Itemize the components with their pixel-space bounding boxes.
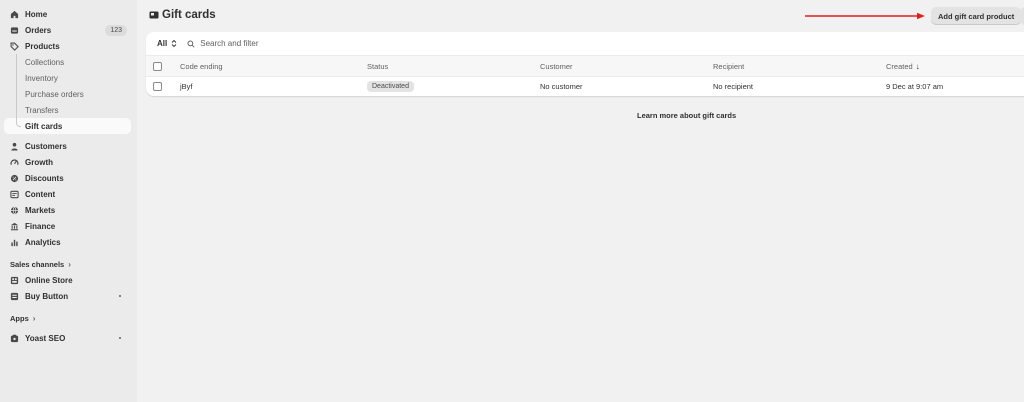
column-header-created[interactable]: Created ↓ — [886, 62, 1024, 71]
yoast-icon — [10, 334, 19, 343]
sidebar-item-customers[interactable]: Customers — [4, 138, 131, 154]
gift-cards-table-card: All Search and filter Code ending Status… — [146, 32, 1024, 96]
orders-count-badge: 123 — [105, 25, 127, 36]
content-icon — [10, 190, 19, 199]
sidebar-subitem-transfers[interactable]: Transfers — [4, 102, 131, 118]
table-row[interactable]: jByf Deactivated No customer No recipien… — [146, 77, 1024, 95]
discount-icon — [10, 174, 19, 183]
main-content: Gift cards Add gift card product All Sea… — [137, 0, 1024, 402]
sidebar-item-yoast-seo[interactable]: Yoast SEO — [4, 330, 131, 346]
globe-icon — [10, 206, 19, 215]
orders-icon — [10, 26, 19, 35]
more-dot-icon — [119, 337, 121, 339]
table-header: Code ending Status Customer Recipient Cr… — [146, 56, 1024, 77]
add-gift-card-product-button[interactable]: Add gift card product — [931, 7, 1022, 25]
status-badge: Deactivated — [367, 80, 414, 92]
buy-button-icon — [10, 292, 19, 301]
bank-icon — [10, 222, 19, 231]
search-filter-input[interactable]: Search and filter — [187, 39, 259, 48]
cell-code-ending: jByf — [180, 81, 193, 91]
more-dot-icon — [119, 295, 121, 297]
sidebar: Home Orders 123 Products Collections Inv… — [0, 0, 137, 402]
sidebar-item-orders[interactable]: Orders 123 — [4, 22, 131, 38]
sort-arrow-down-icon: ↓ — [915, 61, 920, 71]
sidebar-subitem-purchase-orders[interactable]: Purchase orders — [4, 86, 131, 102]
chevron-right-icon: › — [68, 259, 71, 269]
sidebar-subitem-collections[interactable]: Collections — [4, 54, 131, 70]
sidebar-item-online-store[interactable]: Online Store — [4, 272, 131, 288]
gauge-icon — [10, 158, 19, 167]
sidebar-item-finance[interactable]: Finance — [4, 218, 131, 234]
gift-card-icon — [149, 10, 159, 20]
chevron-right-icon: › — [32, 313, 36, 323]
sidebar-item-discounts[interactable]: Discounts — [4, 170, 131, 186]
select-chevron-icon — [171, 39, 177, 48]
person-icon — [10, 142, 19, 151]
sidebar-item-markets[interactable]: Markets — [4, 202, 131, 218]
learn-more-link[interactable]: Learn more about gift cards — [637, 111, 736, 120]
column-header-code-ending: Code ending — [180, 61, 223, 71]
column-header-recipient: Recipient — [713, 61, 745, 71]
home-icon — [10, 10, 19, 19]
cell-customer: No customer — [540, 81, 583, 91]
store-icon — [10, 276, 19, 285]
sidebar-subitem-inventory[interactable]: Inventory — [4, 70, 131, 86]
sidebar-item-label: Products — [25, 41, 60, 51]
select-all-checkbox[interactable] — [153, 61, 162, 71]
sidebar-item-label: Home — [25, 9, 48, 19]
cell-recipient: No recipient — [713, 81, 754, 91]
more-actions-button[interactable] — [1020, 7, 1024, 25]
view-all-tab[interactable]: All — [157, 39, 177, 48]
column-header-customer: Customer — [540, 61, 573, 71]
sidebar-item-home[interactable]: Home — [4, 6, 131, 22]
chart-icon — [10, 238, 19, 247]
sidebar-item-label: Orders — [25, 25, 52, 35]
cell-created: 9 Dec at 9:07 am — [886, 81, 944, 91]
search-icon — [187, 39, 195, 48]
sidebar-item-products[interactable]: Products — [4, 38, 131, 54]
annotation-arrow-icon — [805, 12, 925, 20]
filter-bar: All Search and filter — [146, 32, 1024, 56]
sidebar-item-buy-button[interactable]: Buy Button — [4, 288, 131, 304]
sidebar-item-growth[interactable]: Growth — [4, 154, 131, 170]
sidebar-subitem-gift-cards[interactable]: Gift cards — [4, 118, 131, 134]
column-header-status: Status — [367, 61, 389, 71]
tag-icon — [10, 42, 19, 51]
sidebar-item-analytics[interactable]: Analytics — [4, 234, 131, 250]
sales-channels-header[interactable]: Sales channels › — [4, 256, 131, 272]
apps-header[interactable]: Apps › — [4, 310, 131, 326]
page-title-text: Gift cards — [162, 9, 216, 21]
row-checkbox[interactable] — [153, 81, 162, 91]
page-title: Gift cards — [149, 9, 216, 21]
sidebar-item-content[interactable]: Content — [4, 186, 131, 202]
